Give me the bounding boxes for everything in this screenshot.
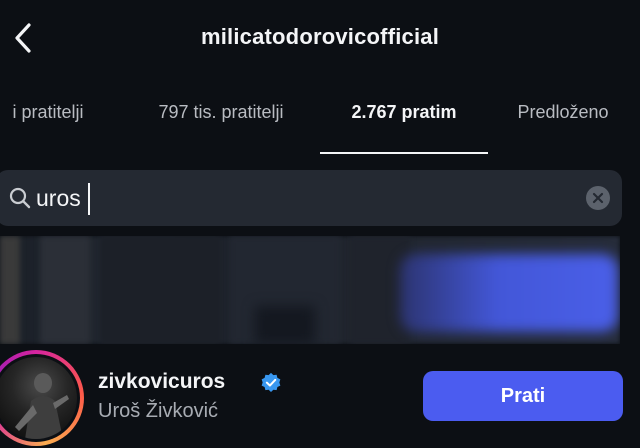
tab-followers[interactable]: 797 tis. pratitelji: [122, 102, 320, 152]
clear-search-button[interactable]: [586, 186, 610, 210]
follow-button[interactable]: Prati: [423, 371, 623, 421]
full-name: Uroš Živković: [98, 400, 219, 422]
text-cursor: [88, 183, 90, 215]
blur-block: [255, 306, 315, 344]
tab-label: i pratitelji: [12, 102, 84, 122]
avatar-photo: [0, 357, 77, 439]
tab-bar: i pratitelji 797 tis. pratitelji 2.767 p…: [0, 102, 638, 154]
tab-label: Predloženo: [517, 102, 609, 122]
following-list-screen: milicatodorovicofficial i pratitelji 797…: [0, 0, 640, 448]
tab-label: 797 tis. pratitelji: [158, 102, 284, 122]
blur-tile: [40, 236, 90, 344]
avatar-inner: [0, 354, 80, 442]
page-title: milicatodorovicofficial: [200, 24, 440, 49]
username[interactable]: zivkovicuros: [98, 370, 225, 394]
blur-block: [400, 254, 618, 332]
verified-badge-icon: [261, 372, 281, 392]
blur-tile: [100, 236, 220, 344]
person-silhouette-icon: [15, 373, 69, 439]
tab-following[interactable]: 2.767 pratim: [320, 102, 488, 154]
search-icon: [9, 187, 31, 209]
clear-icon: [592, 192, 604, 204]
tab-suggested[interactable]: Predloženo: [488, 102, 638, 152]
avatar[interactable]: [0, 350, 84, 446]
blur-tile: [0, 236, 20, 344]
tab-label: 2.767 pratim: [351, 102, 457, 122]
search-input[interactable]: [36, 180, 536, 216]
search-bar: [0, 170, 622, 226]
tab-mutual-followers[interactable]: i pratitelji: [0, 102, 122, 152]
blurred-result-row[interactable]: [0, 236, 620, 344]
